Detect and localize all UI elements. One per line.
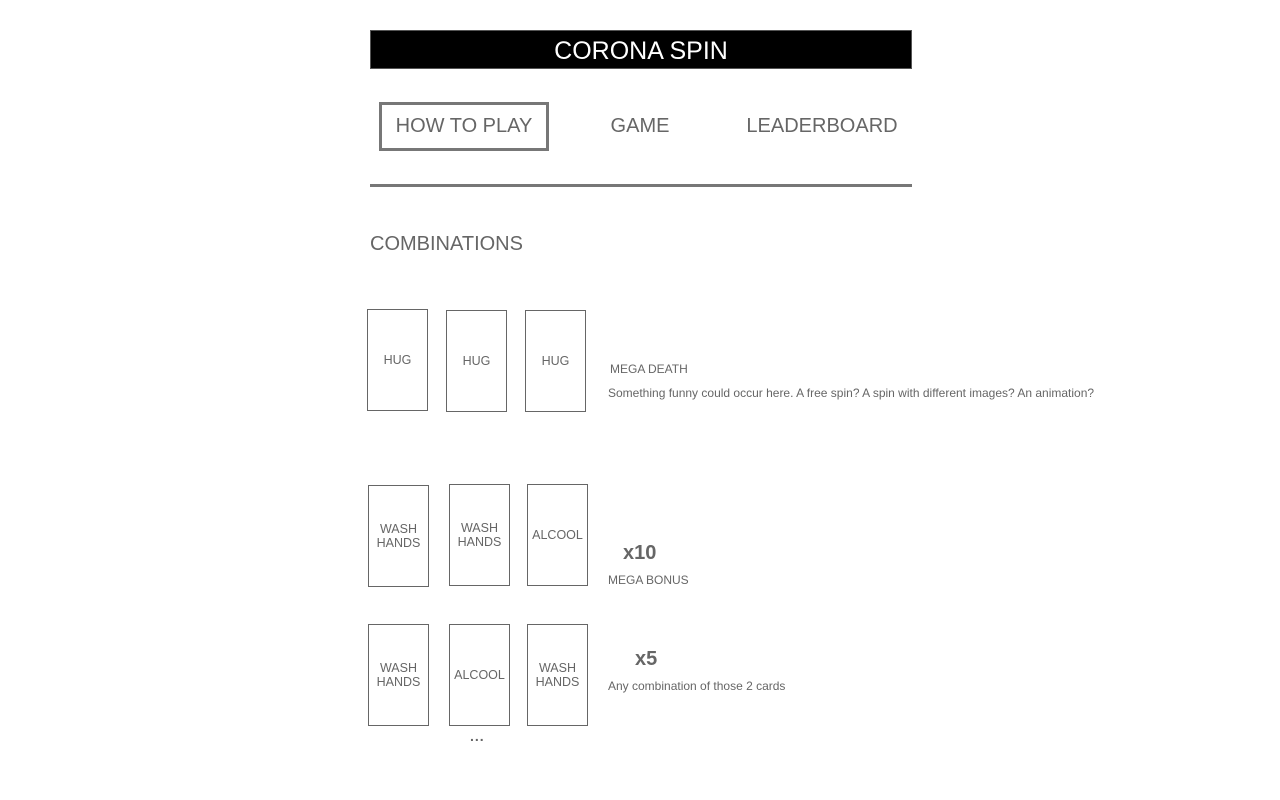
combo-card: WASH HANDS [368,624,429,726]
app-title: CORONA SPIN [370,30,912,69]
combo-card: WASH HANDS [368,485,429,587]
combo-description: Something funny could occur here. A free… [608,386,1095,400]
combo-name: MEGA BONUS [608,573,689,587]
tab-how-to-play[interactable]: HOW TO PLAY [379,102,549,151]
combo-card: WASH HANDS [527,624,588,726]
combo-card: HUG [446,310,507,412]
combo-card: WASH HANDS [449,484,510,586]
nav-divider [370,184,912,187]
combo-multiplier: x5 [635,648,658,670]
tab-game[interactable]: GAME [590,102,690,151]
combo-card: ALCOOL [449,624,510,726]
combo-description: Any combination of those 2 cards [608,679,786,693]
combo-multiplier: x10 [623,542,657,564]
combo-card: HUG [525,310,586,412]
combo-name: MEGA DEATH [610,362,688,376]
tab-leaderboard[interactable]: LEADERBOARD [736,102,908,151]
more-indicator: ... [470,728,485,744]
section-title: COMBINATIONS [370,233,523,255]
combo-card: HUG [367,309,428,411]
combo-card: ALCOOL [527,484,588,586]
